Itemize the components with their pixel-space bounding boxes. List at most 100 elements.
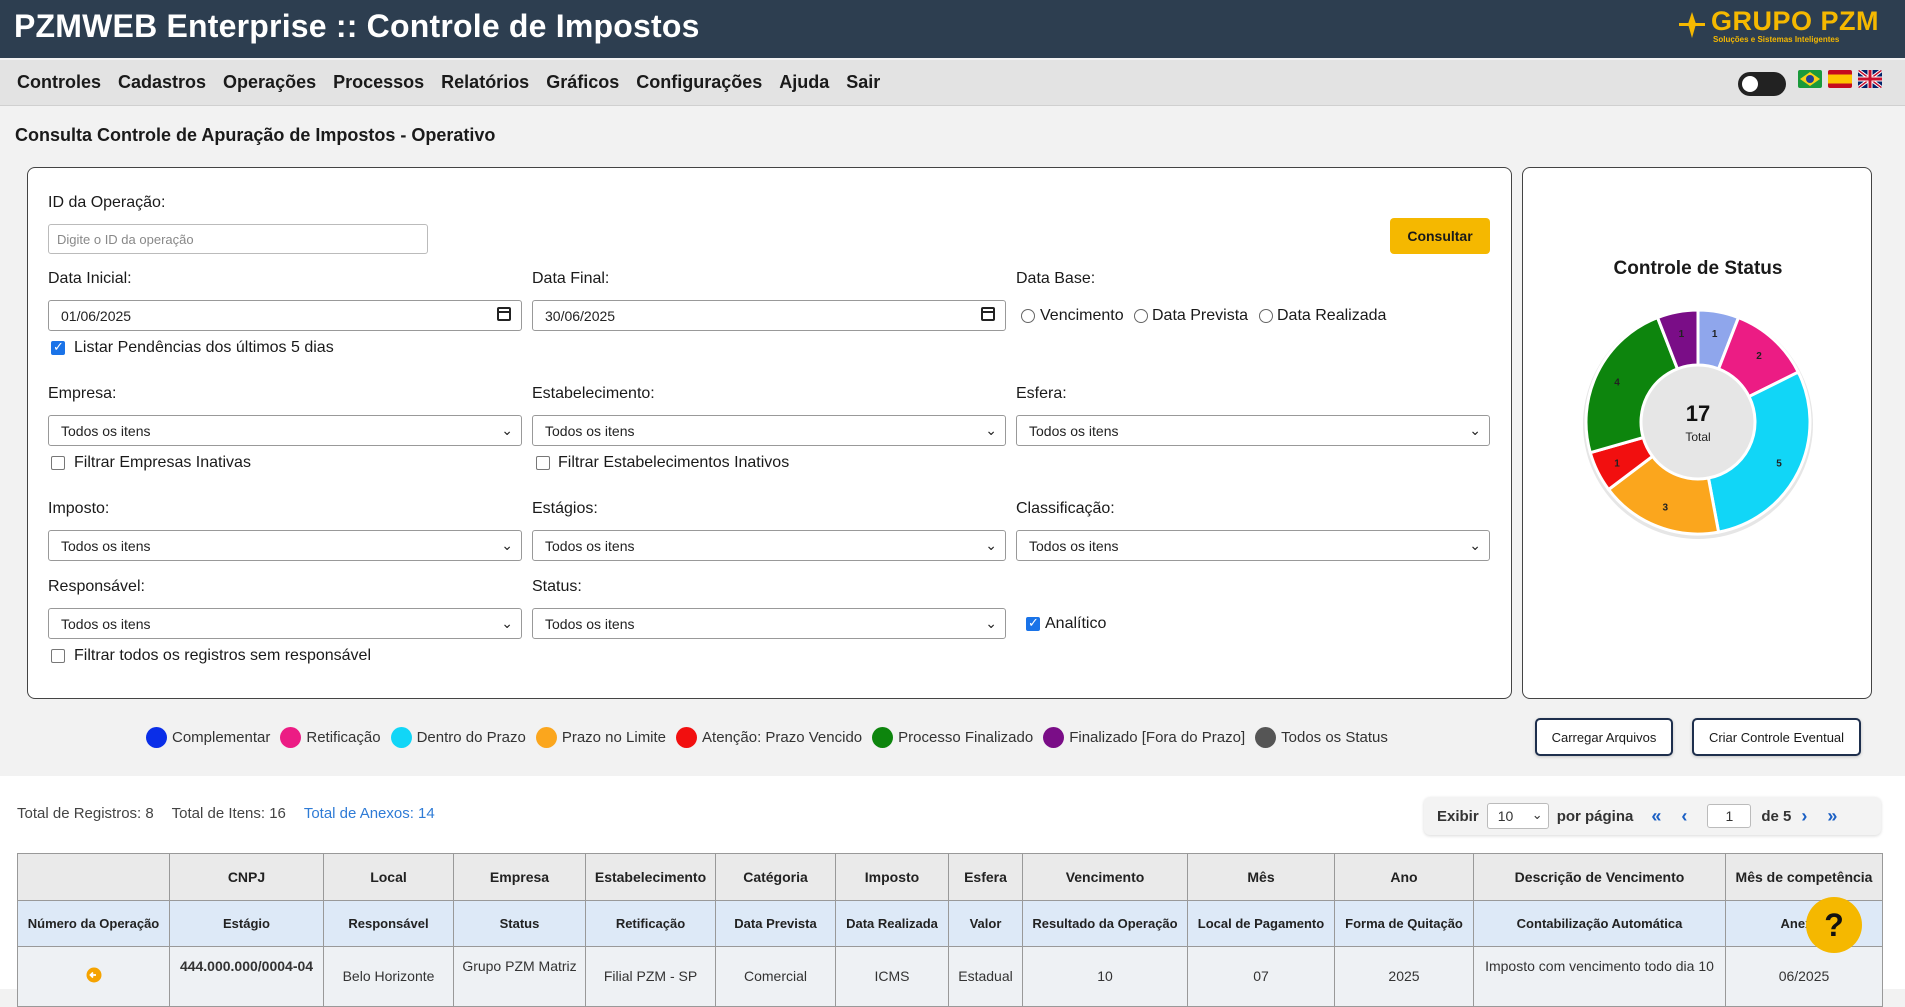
criar-controle-eventual-button[interactable]: Criar Controle Eventual xyxy=(1692,718,1861,756)
column-header[interactable]: Local xyxy=(323,853,454,901)
column-header[interactable]: Data Prevista xyxy=(715,900,836,947)
column-header[interactable]: Resultado da Operação xyxy=(1022,900,1188,947)
legend-dentro-do-prazo[interactable]: Dentro do Prazo xyxy=(390,727,526,748)
column-header[interactable]: Número da Operação xyxy=(17,900,170,947)
imposto-select-value: Todos os itens xyxy=(61,537,151,554)
listar-pendencias-checkbox[interactable] xyxy=(51,339,65,355)
consultar-button[interactable]: Consultar xyxy=(1390,218,1490,254)
legend-prazo-no-limite[interactable]: Prazo no Limite xyxy=(535,727,666,748)
status-select[interactable]: Todos os itens ⌄ xyxy=(532,608,1006,639)
menu-operacoes[interactable]: Operações xyxy=(223,72,316,93)
page-number-input[interactable]: 1 xyxy=(1707,804,1752,828)
last-page-button[interactable]: » xyxy=(1827,806,1837,827)
menu-processos[interactable]: Processos xyxy=(333,72,424,93)
imposto-select[interactable]: Todos os itens ⌄ xyxy=(48,530,522,561)
column-header[interactable]: Empresa xyxy=(453,853,586,901)
legend-dot xyxy=(872,727,894,748)
legend-finalizado-fora-prazo[interactable]: Finalizado [Fora do Prazo] xyxy=(1043,727,1245,748)
column-header[interactable]: Esfera xyxy=(948,853,1023,901)
estagios-select-value: Todos os itens xyxy=(545,537,635,554)
calendar-icon[interactable] xyxy=(497,307,511,321)
column-header[interactable]: Contabilização Automática xyxy=(1473,900,1726,947)
legend-processo-finalizado[interactable]: Processo Finalizado xyxy=(872,727,1033,748)
prev-page-button[interactable]: ‹ xyxy=(1681,806,1687,827)
uk-flag-icon[interactable] xyxy=(1858,70,1882,88)
spain-flag-icon[interactable] xyxy=(1828,70,1852,88)
top-header: PZMWEB Enterprise :: Controle de Imposto… xyxy=(0,0,1905,58)
chevron-down-icon: ⌄ xyxy=(985,422,997,438)
menu-cadastros[interactable]: Cadastros xyxy=(118,72,206,93)
main-menu: Controles Cadastros Operações Processos … xyxy=(17,72,897,93)
column-header[interactable]: Responsável xyxy=(323,900,454,947)
legend-dot xyxy=(1255,727,1277,748)
next-page-button[interactable]: › xyxy=(1801,806,1807,827)
menu-ajuda[interactable]: Ajuda xyxy=(779,72,829,93)
column-header[interactable]: Descrição de Vencimento xyxy=(1473,853,1726,901)
results-totals: Total de Registros: 8 Total de Itens: 16… xyxy=(17,805,449,822)
menu-configuracoes[interactable]: Configurações xyxy=(636,72,762,93)
classificacao-select-value: Todos os itens xyxy=(1029,537,1119,554)
column-header[interactable]: Status xyxy=(453,900,586,947)
data-realizada-radio[interactable] xyxy=(1259,309,1273,323)
column-header[interactable]: CNPJ xyxy=(169,853,324,901)
table-row[interactable]: 444.000.000/0004-04 Belo Horizonte Grupo… xyxy=(17,946,1883,1007)
brazil-flag-icon[interactable] xyxy=(1798,70,1822,88)
menu-sair[interactable]: Sair xyxy=(846,72,880,93)
chevron-down-icon: ⌄ xyxy=(501,615,513,631)
status-select-value: Todos os itens xyxy=(545,615,635,632)
responsavel-select[interactable]: Todos os itens ⌄ xyxy=(48,608,522,639)
column-header[interactable]: Data Realizada xyxy=(835,900,949,947)
column-header[interactable]: Ano xyxy=(1334,853,1474,901)
data-base-label: Data Base: xyxy=(1016,270,1096,287)
table-subheader-row: Número da Operação Estágio Responsável S… xyxy=(17,900,1883,947)
per-page-select[interactable]: 10 ⌄ xyxy=(1486,803,1549,829)
column-header[interactable]: Imposto xyxy=(835,853,949,901)
theme-toggle[interactable] xyxy=(1738,72,1786,96)
table-cell: 07 xyxy=(1187,946,1335,1007)
menu-relatorios[interactable]: Relatórios xyxy=(441,72,529,93)
menu-controles[interactable]: Controles xyxy=(17,72,101,93)
column-header[interactable]: Forma de Quitação xyxy=(1334,900,1474,947)
data-prevista-radio[interactable] xyxy=(1134,309,1148,323)
estabelecimento-label: Estabelecimento: xyxy=(532,385,655,402)
filtrar-sem-responsavel-checkbox[interactable] xyxy=(51,649,65,663)
column-header[interactable]: Retificação xyxy=(585,900,716,947)
responsavel-select-value: Todos os itens xyxy=(61,615,151,632)
help-button[interactable]: ? xyxy=(1806,897,1862,953)
imposto-label: Imposto: xyxy=(48,500,110,517)
esfera-select[interactable]: Todos os itens ⌄ xyxy=(1016,415,1490,446)
filtrar-sem-responsavel-label: Filtrar todos os registros sem responsáv… xyxy=(74,647,371,664)
estabelecimento-select[interactable]: Todos os itens ⌄ xyxy=(532,415,1006,446)
legend-complementar[interactable]: Complementar xyxy=(146,727,270,748)
column-header[interactable]: Valor xyxy=(948,900,1023,947)
empresa-select[interactable]: Todos os itens ⌄ xyxy=(48,415,522,446)
column-header[interactable]: Estabelecimento xyxy=(585,853,716,901)
data-final-input[interactable]: 30/06/2025 xyxy=(532,300,1006,331)
expand-row-icon[interactable] xyxy=(86,967,102,983)
column-header[interactable]: Local de Pagamento xyxy=(1187,900,1335,947)
estagios-select[interactable]: Todos os itens ⌄ xyxy=(532,530,1006,561)
legend-todos-status[interactable]: Todos os Status xyxy=(1255,727,1388,748)
analitico-checkbox[interactable] xyxy=(1026,615,1040,631)
vencimento-radio[interactable] xyxy=(1021,309,1035,323)
first-page-button[interactable]: « xyxy=(1651,806,1661,827)
donut-slice-label: 1 xyxy=(1614,458,1620,469)
column-header[interactable]: Mês de competência xyxy=(1725,853,1883,901)
column-header[interactable]: Estágio xyxy=(169,900,324,947)
calendar-icon[interactable] xyxy=(981,307,995,321)
column-header[interactable]: Catégoria xyxy=(715,853,836,901)
menu-graficos[interactable]: Gráficos xyxy=(546,72,619,93)
legend-label: Complementar xyxy=(172,729,271,746)
legend-label: Processo Finalizado xyxy=(898,729,1034,746)
total-anexos-link[interactable]: Total de Anexos: 14 xyxy=(304,805,435,822)
data-inicial-input[interactable]: 01/06/2025 xyxy=(48,300,522,331)
classificacao-select[interactable]: Todos os itens ⌄ xyxy=(1016,530,1490,561)
id-operacao-input[interactable] xyxy=(48,224,428,254)
legend-prazo-vencido[interactable]: Atenção: Prazo Vencido xyxy=(676,727,862,748)
carregar-arquivos-button[interactable]: Carregar Arquivos xyxy=(1535,718,1673,756)
column-header[interactable]: Vencimento xyxy=(1022,853,1188,901)
filtrar-estabelecimentos-checkbox[interactable] xyxy=(536,456,550,470)
filtrar-empresas-checkbox[interactable] xyxy=(51,456,65,470)
legend-retificacao[interactable]: Retificação xyxy=(280,727,381,748)
column-header[interactable]: Mês xyxy=(1187,853,1335,901)
